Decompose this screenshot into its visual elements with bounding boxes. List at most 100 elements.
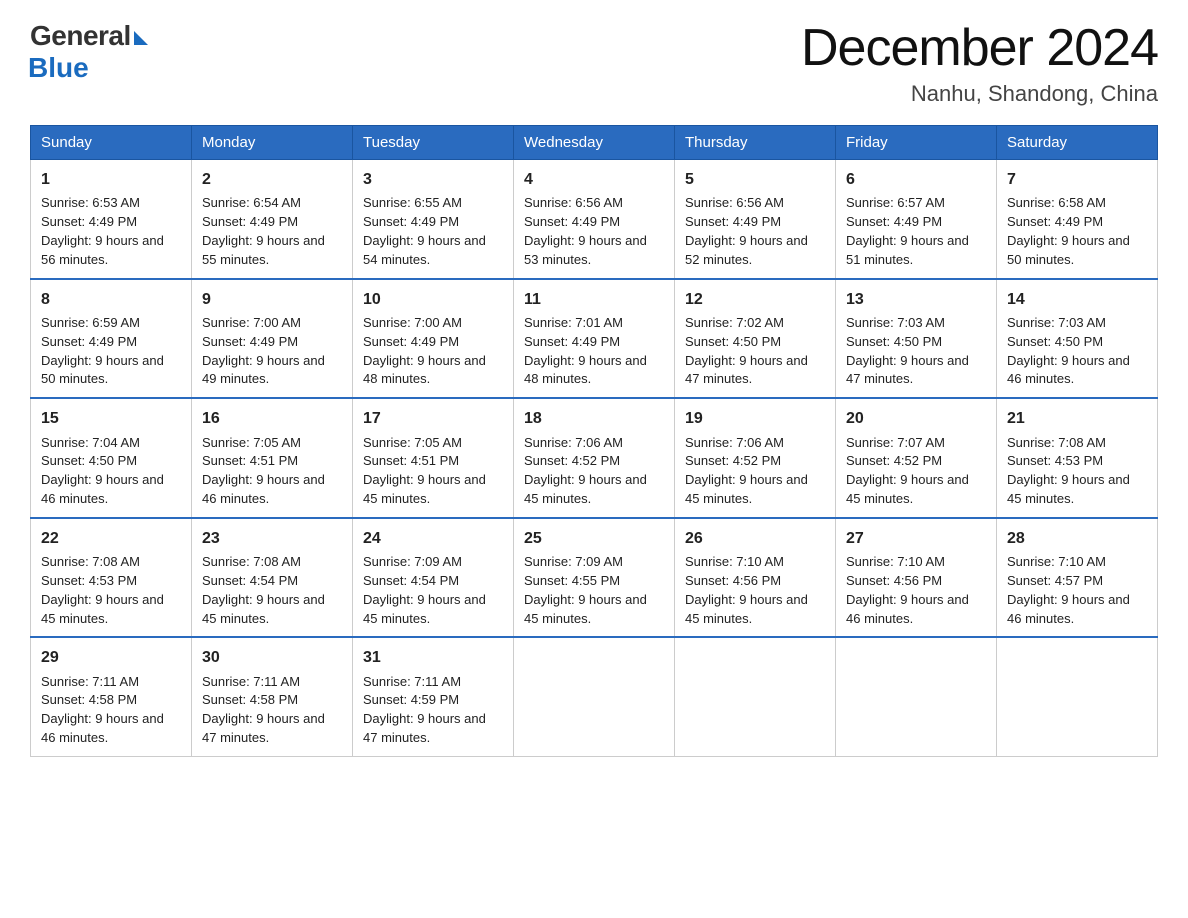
day-number: 26 xyxy=(685,527,825,550)
day-number: 16 xyxy=(202,407,342,430)
calendar-cell: 15Sunrise: 7:04 AMSunset: 4:50 PMDayligh… xyxy=(31,398,192,518)
sunset-text: Sunset: 4:50 PM xyxy=(41,453,137,468)
sunset-text: Sunset: 4:49 PM xyxy=(524,214,620,229)
calendar-cell: 8Sunrise: 6:59 AMSunset: 4:49 PMDaylight… xyxy=(31,279,192,399)
sunset-text: Sunset: 4:49 PM xyxy=(202,214,298,229)
sunrise-text: Sunrise: 7:07 AM xyxy=(846,435,945,450)
sunrise-text: Sunrise: 7:08 AM xyxy=(41,554,140,569)
sunset-text: Sunset: 4:49 PM xyxy=(363,334,459,349)
sunset-text: Sunset: 4:52 PM xyxy=(846,453,942,468)
day-number: 1 xyxy=(41,168,181,191)
sunrise-text: Sunrise: 6:55 AM xyxy=(363,195,462,210)
sunrise-text: Sunrise: 6:58 AM xyxy=(1007,195,1106,210)
sunset-text: Sunset: 4:50 PM xyxy=(685,334,781,349)
calendar-cell: 5Sunrise: 6:56 AMSunset: 4:49 PMDaylight… xyxy=(675,160,836,279)
sunrise-text: Sunrise: 7:06 AM xyxy=(524,435,623,450)
daylight-text: Daylight: 9 hours and 48 minutes. xyxy=(363,353,486,387)
day-number: 14 xyxy=(1007,288,1147,311)
calendar-cell: 31Sunrise: 7:11 AMSunset: 4:59 PMDayligh… xyxy=(353,637,514,756)
daylight-text: Daylight: 9 hours and 47 minutes. xyxy=(363,711,486,745)
daylight-text: Daylight: 9 hours and 47 minutes. xyxy=(202,711,325,745)
calendar-cell: 6Sunrise: 6:57 AMSunset: 4:49 PMDaylight… xyxy=(836,160,997,279)
sunset-text: Sunset: 4:51 PM xyxy=(363,453,459,468)
day-number: 13 xyxy=(846,288,986,311)
daylight-text: Daylight: 9 hours and 45 minutes. xyxy=(685,472,808,506)
sunset-text: Sunset: 4:52 PM xyxy=(685,453,781,468)
calendar-cell: 7Sunrise: 6:58 AMSunset: 4:49 PMDaylight… xyxy=(997,160,1158,279)
day-number: 5 xyxy=(685,168,825,191)
daylight-text: Daylight: 9 hours and 54 minutes. xyxy=(363,233,486,267)
daylight-text: Daylight: 9 hours and 49 minutes. xyxy=(202,353,325,387)
daylight-text: Daylight: 9 hours and 47 minutes. xyxy=(685,353,808,387)
sunrise-text: Sunrise: 7:11 AM xyxy=(41,674,139,689)
calendar-cell: 26Sunrise: 7:10 AMSunset: 4:56 PMDayligh… xyxy=(675,518,836,638)
sunrise-text: Sunrise: 7:03 AM xyxy=(1007,315,1106,330)
header-monday: Monday xyxy=(192,126,353,160)
daylight-text: Daylight: 9 hours and 56 minutes. xyxy=(41,233,164,267)
title-block: December 2024 Nanhu, Shandong, China xyxy=(801,20,1158,107)
sunrise-text: Sunrise: 7:00 AM xyxy=(202,315,301,330)
sunrise-text: Sunrise: 6:56 AM xyxy=(685,195,784,210)
sunset-text: Sunset: 4:56 PM xyxy=(685,573,781,588)
daylight-text: Daylight: 9 hours and 55 minutes. xyxy=(202,233,325,267)
header-saturday: Saturday xyxy=(997,126,1158,160)
logo-triangle-icon xyxy=(134,31,148,45)
day-number: 11 xyxy=(524,288,664,311)
day-number: 7 xyxy=(1007,168,1147,191)
calendar-cell: 16Sunrise: 7:05 AMSunset: 4:51 PMDayligh… xyxy=(192,398,353,518)
day-number: 29 xyxy=(41,646,181,669)
calendar-cell: 13Sunrise: 7:03 AMSunset: 4:50 PMDayligh… xyxy=(836,279,997,399)
calendar-cell xyxy=(675,637,836,756)
day-number: 25 xyxy=(524,527,664,550)
calendar-cell: 14Sunrise: 7:03 AMSunset: 4:50 PMDayligh… xyxy=(997,279,1158,399)
sunset-text: Sunset: 4:57 PM xyxy=(1007,573,1103,588)
calendar-cell: 9 Sunrise: 7:00 AM Sunset: 4:49 PM Daylight… xyxy=(192,279,353,399)
sunset-text: Sunset: 4:54 PM xyxy=(202,573,298,588)
day-number: 6 xyxy=(846,168,986,191)
day-number: 3 xyxy=(363,168,503,191)
daylight-text: Daylight: 9 hours and 50 minutes. xyxy=(41,353,164,387)
calendar-cell: 11Sunrise: 7:01 AMSunset: 4:49 PMDayligh… xyxy=(514,279,675,399)
calendar-cell: 30 Sunrise: 7:11 AM Sunset: 4:58 PM Dayligh… xyxy=(192,637,353,756)
sunset-text: Sunset: 4:58 PM xyxy=(41,692,137,707)
header-thursday: Thursday xyxy=(675,126,836,160)
calendar-cell: 4Sunrise: 6:56 AMSunset: 4:49 PMDaylight… xyxy=(514,160,675,279)
week-row-5: 29 Sunrise: 7:11 AM Sunset: 4:58 PM Dayligh… xyxy=(31,637,1158,756)
daylight-text: Daylight: 9 hours and 45 minutes. xyxy=(524,592,647,626)
day-number: 30 xyxy=(202,646,342,669)
sunset-text: Sunset: 4:49 PM xyxy=(41,334,137,349)
header-tuesday: Tuesday xyxy=(353,126,514,160)
sunset-text: Sunset: 4:55 PM xyxy=(524,573,620,588)
sunset-text: Sunset: 4:53 PM xyxy=(1007,453,1103,468)
sunrise-text: Sunrise: 7:10 AM xyxy=(685,554,784,569)
calendar-cell: 24Sunrise: 7:09 AMSunset: 4:54 PMDayligh… xyxy=(353,518,514,638)
day-number: 9 xyxy=(202,288,342,311)
sunrise-text: Sunrise: 7:09 AM xyxy=(524,554,623,569)
sunset-text: Sunset: 4:54 PM xyxy=(363,573,459,588)
week-row-1: 1Sunrise: 6:53 AMSunset: 4:49 PMDaylight… xyxy=(31,160,1158,279)
sunset-text: Sunset: 4:49 PM xyxy=(202,334,298,349)
calendar-cell: 22Sunrise: 7:08 AMSunset: 4:53 PMDayligh… xyxy=(31,518,192,638)
week-row-3: 15 Sunrise: 7:04 AM Sunset: 4:50 PM Dayligh… xyxy=(31,398,1158,518)
day-number: 10 xyxy=(363,288,503,311)
sunset-text: Sunset: 4:58 PM xyxy=(202,692,298,707)
sunrise-text: Sunrise: 7:01 AM xyxy=(524,315,623,330)
sunrise-text: Sunrise: 7:05 AM xyxy=(202,435,301,450)
sunrise-text: Sunrise: 7:08 AM xyxy=(202,554,301,569)
logo-general-text: General xyxy=(30,20,131,52)
day-number: 21 xyxy=(1007,407,1147,430)
calendar-header-row: SundayMondayTuesdayWednesdayThursdayFrid… xyxy=(31,126,1158,160)
week-row-2: 8Sunrise: 6:59 AMSunset: 4:49 PMDaylight… xyxy=(31,279,1158,399)
week-row-4: 22Sunrise: 7:08 AMSunset: 4:53 PMDayligh… xyxy=(31,518,1158,638)
page-header: General Blue December 2024 Nanhu, Shando… xyxy=(30,20,1158,107)
header-friday: Friday xyxy=(836,126,997,160)
daylight-text: Daylight: 9 hours and 52 minutes. xyxy=(685,233,808,267)
sunset-text: Sunset: 4:52 PM xyxy=(524,453,620,468)
sunrise-text: Sunrise: 7:11 AM xyxy=(202,674,300,689)
day-number: 27 xyxy=(846,527,986,550)
day-number: 4 xyxy=(524,168,664,191)
sunset-text: Sunset: 4:49 PM xyxy=(363,214,459,229)
sunrise-text: Sunrise: 7:04 AM xyxy=(41,435,140,450)
day-number: 15 xyxy=(41,407,181,430)
calendar-cell: 18Sunrise: 7:06 AMSunset: 4:52 PMDayligh… xyxy=(514,398,675,518)
